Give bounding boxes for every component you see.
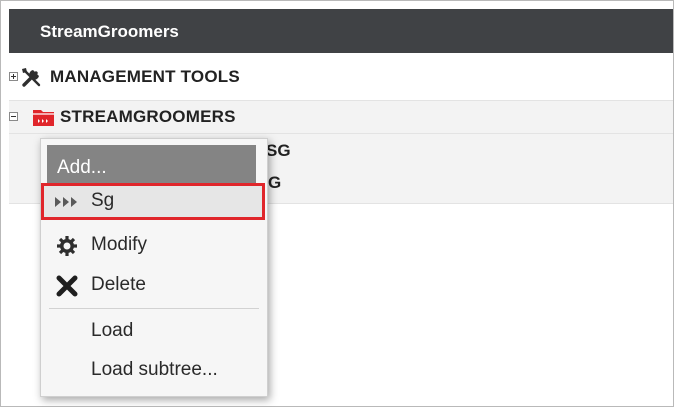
menu-item-sg[interactable]: Sg bbox=[41, 183, 267, 220]
gear-icon bbox=[57, 236, 77, 256]
menu-item-delete[interactable]: Delete bbox=[41, 267, 267, 303]
tree-child-label: SG bbox=[266, 141, 291, 160]
menu-item-label: Delete bbox=[91, 274, 146, 295]
window-frame: StreamGroomers MANAGEMENT TOOLS STREAMGR… bbox=[0, 0, 674, 407]
tree-child-label: G bbox=[268, 173, 282, 192]
menu-item-label: Modify bbox=[91, 234, 147, 255]
close-x-icon bbox=[56, 275, 78, 297]
tools-icon bbox=[22, 68, 41, 87]
tree-item-label: STREAMGROOMERS bbox=[60, 107, 236, 126]
folder-icon bbox=[33, 110, 54, 126]
menu-item-modify[interactable]: Modify bbox=[41, 227, 267, 263]
menu-item-label: Sg bbox=[91, 190, 115, 211]
panel-title: StreamGroomers bbox=[40, 22, 179, 41]
menu-item-add[interactable]: Add... bbox=[47, 145, 256, 185]
triple-arrow-icon bbox=[55, 197, 77, 207]
menu-item-label: Load bbox=[91, 320, 134, 341]
tree-item-streamgroomers[interactable]: STREAMGROOMERS bbox=[9, 100, 673, 134]
panel-header: StreamGroomers bbox=[9, 9, 673, 53]
menu-item-label: Add... bbox=[57, 157, 107, 178]
expand-toggle[interactable] bbox=[9, 72, 18, 81]
menu-item-label: Load subtree... bbox=[91, 359, 218, 380]
tree-item-label: MANAGEMENT TOOLS bbox=[50, 67, 240, 86]
menu-item-load[interactable]: Load bbox=[41, 313, 267, 349]
tree-item-management-tools[interactable]: MANAGEMENT TOOLS bbox=[9, 63, 673, 93]
context-menu: Add... Sg Modify Delete Load Load subtre… bbox=[40, 138, 268, 397]
collapse-toggle[interactable] bbox=[9, 112, 18, 121]
menu-separator bbox=[49, 308, 259, 309]
menu-item-load-subtree[interactable]: Load subtree... bbox=[41, 352, 267, 388]
